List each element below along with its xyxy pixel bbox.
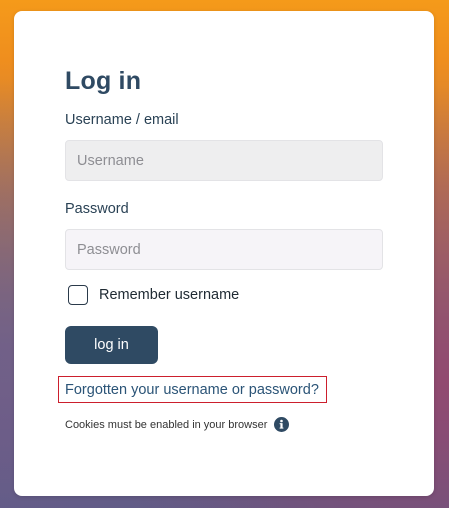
cookies-notice-text: Cookies must be enabled in your browser — [65, 418, 268, 431]
forgot-password-link[interactable]: Forgotten your username or password? — [58, 376, 327, 403]
remember-username-label[interactable]: Remember username — [99, 287, 239, 303]
page-title: Log in — [65, 67, 142, 95]
remember-username-row[interactable]: Remember username — [68, 284, 239, 306]
login-card: Log in Username / email Password Remembe… — [14, 11, 434, 496]
password-label: Password — [65, 201, 129, 217]
cookies-notice: Cookies must be enabled in your browser — [65, 417, 290, 432]
username-label: Username / email — [65, 112, 179, 128]
username-input[interactable] — [65, 140, 383, 181]
password-input[interactable] — [65, 229, 383, 270]
info-circle-icon[interactable] — [274, 417, 290, 432]
remember-username-checkbox[interactable] — [68, 285, 88, 305]
login-button[interactable]: log in — [65, 326, 158, 364]
